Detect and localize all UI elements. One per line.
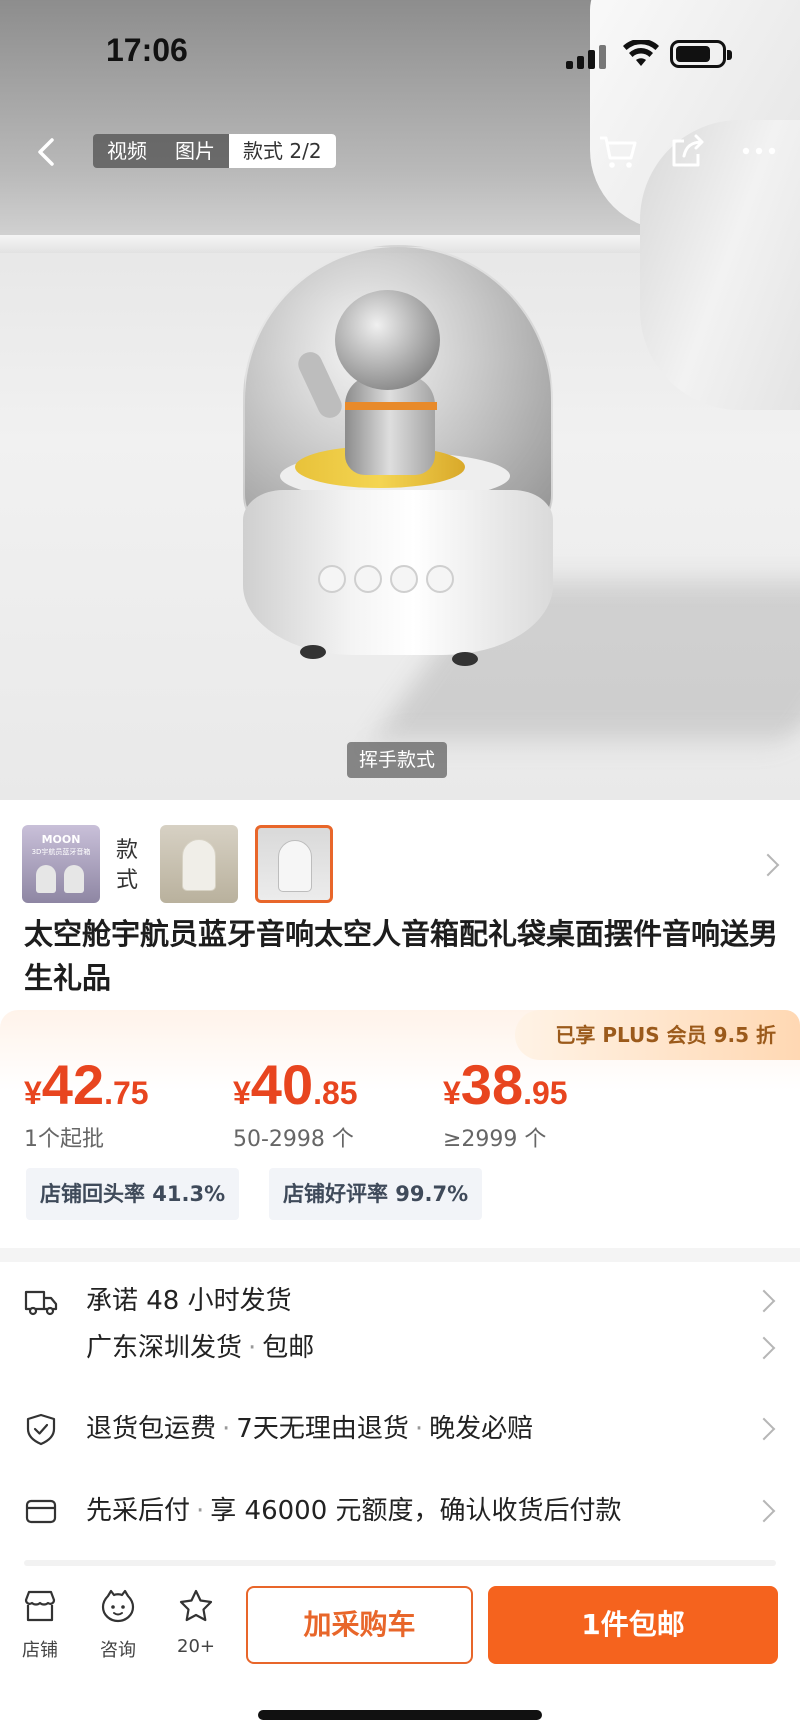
price-section: 已享 PLUS 会员 9.5 折 ¥42.75 1个起批 ¥40.85 50-2… [0, 1010, 800, 1240]
store-tab[interactable]: 店铺 [10, 1588, 70, 1662]
astronaut-body [345, 375, 435, 475]
more-icon[interactable] [738, 130, 780, 172]
price-tier: ¥42.75 1个起批 [24, 1052, 149, 1153]
favorite-count: 20+ [177, 1636, 215, 1657]
buy-now-button[interactable]: 1件包邮 [488, 1586, 778, 1664]
thumb-brand-text: MOON [41, 833, 81, 846]
price-tier: ¥38.95 ≥2999 个 [443, 1052, 568, 1153]
chevron-right-icon [752, 1289, 776, 1313]
style-thumb-1[interactable]: MOON 3D宇航员蓝牙音箱 [22, 825, 100, 903]
store-rating: 店铺好评率 99.7% [269, 1168, 483, 1220]
store-icon [24, 1590, 56, 1622]
chevron-right-icon [752, 1499, 776, 1523]
consult-tab[interactable]: 咨询 [88, 1588, 148, 1662]
product-title: 太空舱宇航员蓝牙音响太空人音箱配礼袋桌面摆件音响送男生礼品 [24, 917, 779, 995]
price-qty: 1个起批 [24, 1127, 104, 1152]
thumb-sub-text: 3D宇航员蓝牙音箱 [31, 848, 91, 856]
style-selector[interactable]: MOON 3D宇航员蓝牙音箱 款式 [0, 800, 800, 903]
shield-check-icon [26, 1413, 56, 1446]
astronaut-stripe [345, 402, 437, 410]
battery-icon [670, 40, 732, 68]
image-caption: 挥手款式 [347, 742, 448, 778]
style-thumb-2[interactable] [160, 825, 238, 903]
astronaut-helmet [335, 290, 440, 390]
delivery-truck-icon [24, 1290, 58, 1316]
section-divider [0, 1248, 800, 1262]
tab-styles[interactable]: 款式 2/2 [229, 134, 336, 168]
cart-icon[interactable] [597, 130, 639, 172]
signal-icon [566, 45, 606, 69]
wifi-icon [623, 40, 659, 66]
pay-later-text: 先采后付 · 享 46000 元额度，确认收货后付款 [86, 1496, 622, 1526]
price-qty: ≥2999 个 [443, 1127, 547, 1152]
add-to-purchase-cart-button[interactable]: 加采购车 [246, 1586, 473, 1664]
shipping-promise-text: 承诺 48 小时发货 [86, 1286, 292, 1316]
style-label: 款式 [116, 838, 139, 893]
store-repurchase-rate: 店铺回头率 41.3% [26, 1168, 240, 1220]
product-hero-image[interactable]: 挥手款式 [0, 0, 800, 800]
shipping-origin-text: 广东深圳发货 · 包邮 [86, 1333, 315, 1363]
bottom-action-bar: 店铺 咨询 20+ 加采购车 1件包邮 [0, 1560, 800, 1735]
consult-tab-label: 咨询 [100, 1640, 136, 1661]
shipping-origin-row[interactable]: 广东深圳发货 · 包邮 [0, 1323, 800, 1373]
back-icon[interactable] [28, 132, 68, 172]
pay-later-row[interactable]: 先采后付 · 享 46000 元额度，确认收货后付款 [0, 1486, 800, 1536]
tab-video[interactable]: 视频 [93, 134, 161, 168]
chevron-right-icon [756, 853, 780, 877]
store-tab-label: 店铺 [22, 1640, 58, 1661]
price-value: ¥38.95 [443, 1053, 568, 1116]
media-tabs: 视频 图片 款式 2/2 [93, 134, 336, 168]
status-bar: 17:06 [0, 0, 800, 100]
price-value: ¥42.75 [24, 1053, 149, 1116]
price-qty: 50-2998 个 [233, 1127, 354, 1152]
status-time: 17:06 [106, 32, 188, 68]
credit-card-icon [25, 1499, 57, 1524]
chevron-right-icon [752, 1336, 776, 1360]
style-thumb-3-selected[interactable] [255, 825, 333, 903]
chevron-right-icon [752, 1417, 776, 1441]
price-value: ¥40.85 [233, 1053, 358, 1116]
speaker-foot [452, 652, 478, 666]
returns-text: 退货包运费 · 7天无理由退货 · 晚发必赔 [86, 1414, 534, 1444]
share-icon[interactable] [668, 130, 710, 172]
speaker-buttons [318, 565, 454, 593]
bar-divider [24, 1560, 776, 1566]
price-tier: ¥40.85 50-2998 个 [233, 1052, 358, 1153]
shipping-promise-row[interactable]: 承诺 48 小时发货 [0, 1276, 800, 1326]
home-indicator [258, 1710, 542, 1720]
speaker-foot [300, 645, 326, 659]
tab-images[interactable]: 图片 [161, 134, 229, 168]
star-icon [179, 1589, 213, 1622]
chat-face-icon [101, 1589, 135, 1623]
favorite-tab[interactable]: 20+ [166, 1588, 226, 1657]
returns-row[interactable]: 退货包运费 · 7天无理由退货 · 晚发必赔 [0, 1404, 800, 1454]
